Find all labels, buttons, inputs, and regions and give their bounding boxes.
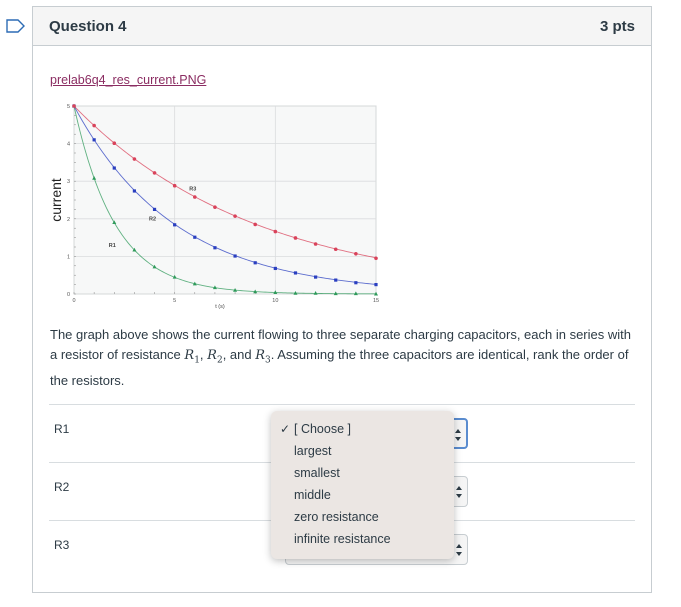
data-point-r2 <box>233 254 237 258</box>
x-tick-label: 0 <box>72 298 75 304</box>
data-point-r3 <box>253 222 257 227</box>
question-header: Question 4 3 pts <box>33 7 651 46</box>
data-point-r2 <box>293 271 298 275</box>
question-card: Question 4 3 pts prelab6q4_res_current.P… <box>32 6 652 593</box>
math-r3: R3 <box>255 348 271 366</box>
x-tick-label: 5 <box>173 298 176 304</box>
data-point-r3 <box>152 171 157 175</box>
y-tick-label: 3 <box>67 179 70 185</box>
question-title: Question 4 <box>49 17 127 35</box>
y-axis-label: current <box>49 178 64 222</box>
data-point-r3 <box>293 236 298 240</box>
bookmark-icon[interactable] <box>6 19 26 33</box>
row-label-r2: R2 <box>54 480 70 494</box>
sep-2: , and <box>222 347 256 362</box>
select-arrows-icon <box>456 486 462 498</box>
curve-annotation-r2: R2 <box>149 217 156 223</box>
data-point-r2 <box>193 235 197 239</box>
row-label-r3: R3 <box>54 538 70 552</box>
data-point-r2 <box>92 138 96 142</box>
data-point-r3 <box>333 247 338 252</box>
data-point-r3 <box>172 183 177 188</box>
data-point-r3 <box>354 251 358 256</box>
curve-annotation-r3: R3 <box>189 187 196 193</box>
data-point-r3 <box>313 242 318 246</box>
y-tick-label: 1 <box>67 254 70 260</box>
data-point-r3 <box>72 104 76 108</box>
choice-dropdown-menu: ✓ [ Choose ] largest smallest middle zer… <box>271 411 454 559</box>
data-point-r2 <box>334 278 338 282</box>
data-point-r2 <box>152 207 157 211</box>
data-point-r3 <box>374 256 378 261</box>
data-point-r3 <box>92 123 96 128</box>
x-tick-label: 10 <box>272 298 278 304</box>
data-point-r3 <box>112 141 117 146</box>
checkmark-icon: ✓ <box>280 422 291 436</box>
data-point-r2 <box>374 283 378 287</box>
data-point-r3 <box>193 195 197 199</box>
y-tick-label: 0 <box>67 292 70 298</box>
option-choose[interactable]: [ Choose ] <box>294 422 351 436</box>
y-tick-label: 5 <box>67 104 70 110</box>
data-point-r2 <box>112 166 116 170</box>
data-point-r2 <box>213 246 217 250</box>
data-point-r2 <box>354 281 358 285</box>
math-r2: R2 <box>207 348 223 366</box>
data-point-r3 <box>213 205 217 209</box>
question-points: 3 pts <box>599 17 635 35</box>
question-text: The graph above shows the current flowin… <box>50 325 640 391</box>
data-point-r2 <box>132 189 136 193</box>
data-point-r3 <box>233 214 237 218</box>
plot-area <box>73 105 377 295</box>
option-middle[interactable]: middle <box>294 488 331 502</box>
data-point-r3 <box>273 229 278 234</box>
math-r1: R1 <box>184 348 200 366</box>
option-largest[interactable]: largest <box>294 444 332 458</box>
y-tick-label: 4 <box>67 142 70 148</box>
x-axis-label: t (s) <box>215 304 225 310</box>
option-zero-resistance[interactable]: zero resistance <box>294 510 379 524</box>
attachment-link[interactable]: prelab6q4_res_current.PNG <box>50 73 206 87</box>
x-tick-label: 15 <box>373 298 379 304</box>
row-label-r1: R1 <box>54 422 70 436</box>
curve-annotation-r1: R1 <box>109 243 116 249</box>
data-point-r2 <box>273 266 277 271</box>
option-infinite-resistance[interactable]: infinite resistance <box>294 532 391 546</box>
divider <box>49 404 635 405</box>
data-point-r2 <box>253 261 257 265</box>
current-vs-time-chart: 0 5 10 15 0 1 2 3 4 5 current t (s) R1 R2 R3 <box>49 100 381 313</box>
select-arrows-icon <box>456 544 462 556</box>
data-point-r2 <box>173 223 177 227</box>
data-point-r2 <box>314 275 318 279</box>
select-arrows-icon <box>455 429 461 441</box>
y-tick-label: 2 <box>67 217 70 223</box>
option-smallest[interactable]: smallest <box>294 466 340 480</box>
data-point-r3 <box>132 157 137 161</box>
